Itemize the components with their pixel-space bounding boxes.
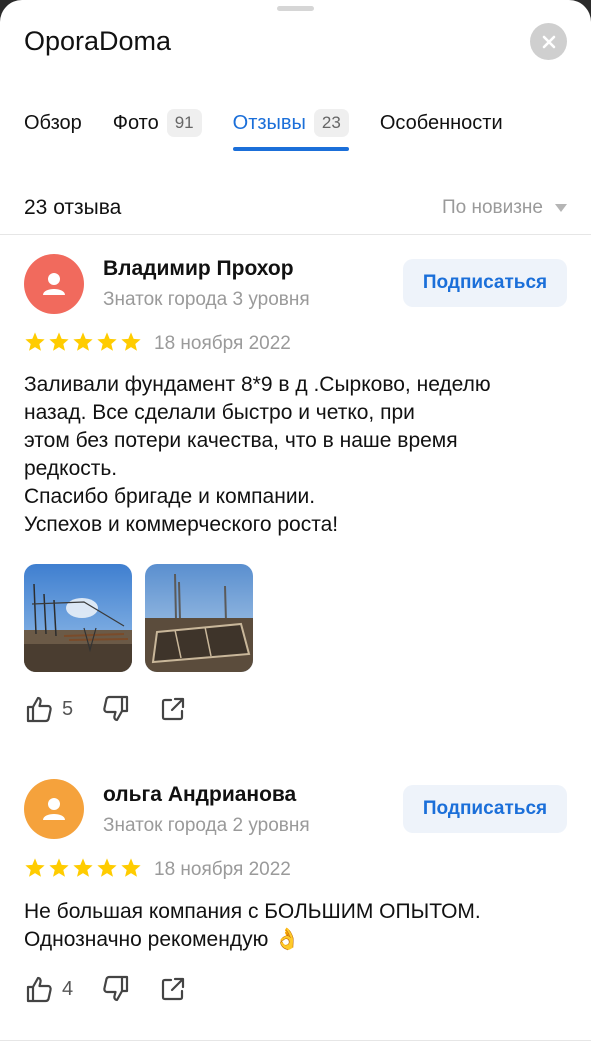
sort-dropdown[interactable]: По новизне bbox=[442, 197, 567, 219]
like-count: 5 bbox=[62, 697, 74, 720]
user-icon bbox=[43, 798, 65, 820]
divider bbox=[0, 1040, 591, 1041]
active-tab-indicator bbox=[232, 147, 349, 151]
avatar[interactable] bbox=[24, 779, 84, 839]
star-icon bbox=[25, 858, 45, 877]
reviews-count: 23 отзыва bbox=[24, 196, 122, 219]
tab-bar: Обзор Фото 91 Отзывы 23 Особенности bbox=[24, 107, 534, 153]
foundation-formwork-photo bbox=[145, 564, 253, 672]
tab-count-badge: 23 bbox=[313, 109, 349, 137]
tab-features[interactable]: Особенности bbox=[380, 107, 503, 139]
dislike-button[interactable] bbox=[101, 974, 131, 1004]
divider bbox=[0, 234, 591, 235]
star-icon bbox=[25, 332, 45, 351]
foundation-rebar-photo bbox=[24, 564, 132, 672]
review-date: 18 ноября 2022 bbox=[154, 859, 291, 880]
review-author[interactable]: Владимир Прохор bbox=[103, 257, 294, 281]
rating-stars bbox=[24, 857, 144, 879]
tab-photos[interactable]: Фото 91 bbox=[113, 107, 202, 139]
review-author[interactable]: ольга Андрианова bbox=[103, 783, 296, 807]
place-card-sheet: OporaDoma Обзор Фото 91 Отзывы 23 Особен… bbox=[0, 0, 591, 1050]
sort-label: По новизне bbox=[441, 197, 543, 218]
tab-count-badge: 91 bbox=[166, 109, 202, 137]
drag-handle[interactable] bbox=[277, 6, 314, 11]
tab-label: Особенности bbox=[379, 111, 503, 134]
author-level: Знаток города 3 уровня bbox=[103, 289, 310, 310]
thumbs-down-icon bbox=[103, 695, 129, 722]
review-text: Заливали фундамент 8*9 в д .Сырково, нед… bbox=[24, 373, 491, 536]
like-count: 4 bbox=[62, 977, 74, 1000]
close-button[interactable] bbox=[530, 23, 567, 60]
share-button[interactable] bbox=[159, 975, 187, 1003]
review-photo[interactable] bbox=[24, 564, 132, 672]
star-icon bbox=[73, 858, 93, 877]
like-button[interactable]: 4 bbox=[24, 974, 73, 1004]
tab-overview[interactable]: Обзор bbox=[24, 107, 82, 139]
review-actions: 5 bbox=[24, 694, 215, 724]
star-icon bbox=[73, 332, 93, 351]
share-button[interactable] bbox=[159, 695, 187, 723]
tab-reviews[interactable]: Отзывы 23 bbox=[232, 107, 349, 151]
review-actions: 4 bbox=[24, 974, 215, 1004]
review-date: 18 ноября 2022 bbox=[154, 333, 291, 354]
page-title: OporaDoma bbox=[24, 26, 172, 56]
close-icon bbox=[542, 35, 555, 48]
subscribe-button[interactable]: Подписаться bbox=[403, 785, 567, 833]
star-icon bbox=[49, 858, 69, 877]
review-photo[interactable] bbox=[145, 564, 253, 672]
dislike-button[interactable] bbox=[101, 694, 131, 724]
star-icon bbox=[121, 332, 141, 351]
star-icon bbox=[49, 332, 69, 351]
tab-label: Обзор bbox=[24, 111, 82, 134]
subscribe-button[interactable]: Подписаться bbox=[403, 259, 567, 307]
star-icon bbox=[97, 858, 117, 877]
tab-label: Отзывы bbox=[232, 111, 306, 134]
thumbs-down-icon bbox=[103, 975, 129, 1002]
chevron-down-icon bbox=[555, 204, 567, 212]
avatar[interactable] bbox=[24, 254, 84, 314]
review-text: Не большая компания с БОЛЬШИМ ОПЫТОМ. Од… bbox=[24, 900, 481, 951]
star-icon bbox=[121, 858, 141, 877]
like-button[interactable]: 5 bbox=[24, 694, 73, 724]
thumbs-up-icon bbox=[26, 976, 52, 1003]
rating-stars bbox=[24, 331, 144, 353]
user-icon bbox=[43, 273, 65, 295]
author-level: Знаток города 2 уровня bbox=[103, 815, 310, 836]
share-icon bbox=[162, 697, 185, 721]
star-icon bbox=[97, 332, 117, 351]
tab-label: Фото bbox=[112, 111, 159, 134]
thumbs-up-icon bbox=[26, 696, 52, 723]
share-icon bbox=[162, 977, 185, 1001]
